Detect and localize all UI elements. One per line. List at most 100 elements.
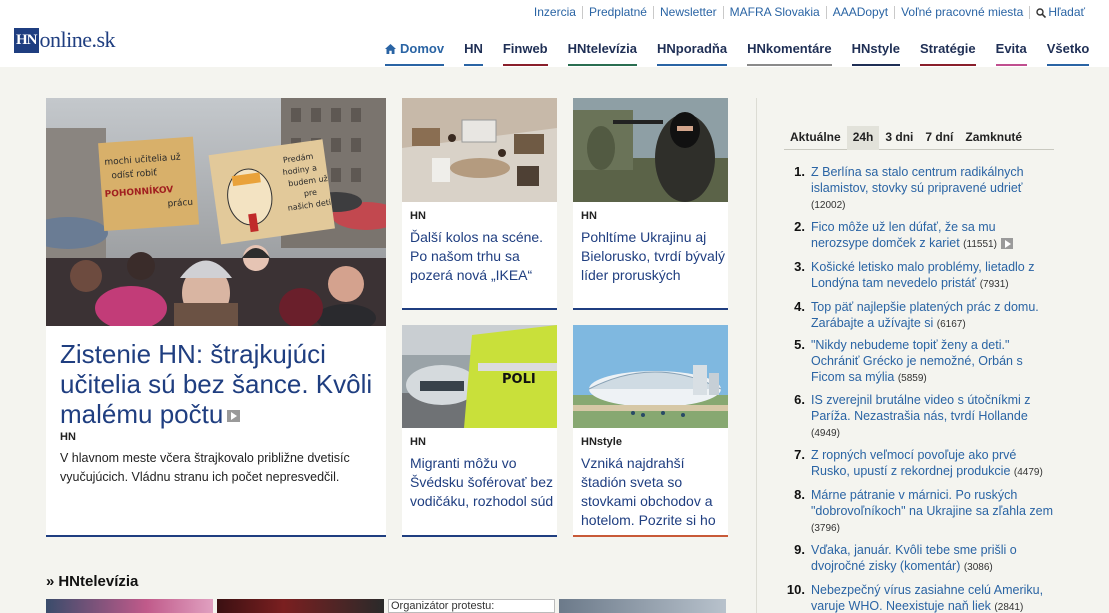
article-tag-3[interactable]: HN bbox=[410, 436, 426, 448]
topbar-link-jobs[interactable]: Voľné pracovné miesta bbox=[894, 6, 1029, 19]
read-count: (7931) bbox=[979, 279, 1009, 290]
video-thumb-3[interactable]: Organizátor protestu: bbox=[388, 599, 555, 613]
list-item: 7. Z ropných veľmocí povoľuje ako prvé R… bbox=[786, 447, 1056, 487]
read-count: (3086) bbox=[963, 562, 993, 573]
rank-number: 3. bbox=[794, 259, 805, 274]
nav-item-finweb[interactable]: Finweb bbox=[502, 41, 548, 66]
read-count: (11551) bbox=[963, 239, 997, 250]
list-item-link[interactable]: Z ropných veľmocí povoľuje ako prvé Rusk… bbox=[811, 448, 1016, 478]
search-link[interactable]: Hľadať bbox=[1029, 6, 1091, 19]
tab-24h[interactable]: 24h bbox=[846, 126, 880, 150]
topbar-link-newsletter[interactable]: Newsletter bbox=[652, 6, 723, 19]
read-count: (12002) bbox=[811, 200, 846, 211]
list-item: 2. Fico môže už len dúfať, že sa mu nero… bbox=[786, 219, 1056, 259]
article-title-2[interactable]: Pohltíme Ukrajinu aj Bielorusko, tvrdí b… bbox=[581, 228, 726, 285]
list-item: 10. Nebezpečný vírus zasiahne celú Ameri… bbox=[786, 582, 1056, 613]
sign-line-4: prácu bbox=[167, 198, 193, 210]
lead-perex: V hlavnom meste včera štrajkovalo pribli… bbox=[60, 451, 350, 484]
video-thumb-4[interactable] bbox=[559, 599, 726, 613]
site-logo[interactable]: HN online.sk bbox=[14, 27, 116, 53]
article-card-2[interactable]: HN Pohltíme Ukrajinu aj Bielorusko, tvrd… bbox=[573, 98, 728, 310]
nav-item-evita[interactable]: Evita bbox=[995, 41, 1027, 66]
article-title-3[interactable]: Migranti môžu vo Švédsku šoférovať bez v… bbox=[410, 454, 555, 511]
article-tag-4[interactable]: HNstyle bbox=[581, 436, 622, 448]
read-count: (4949) bbox=[811, 428, 840, 439]
tab-zamknute[interactable]: Zamknuté bbox=[959, 126, 1028, 150]
tab-7-dni[interactable]: 7 dní bbox=[919, 126, 959, 150]
rank-number: 2. bbox=[794, 219, 805, 234]
site-header: Inzercia Predplatné Newsletter MAFRA Slo… bbox=[0, 0, 1109, 67]
rank-number: 1. bbox=[794, 164, 805, 179]
video-thumb-2[interactable] bbox=[217, 599, 384, 613]
video-icon bbox=[227, 410, 241, 423]
nav-item-hntelevizia[interactable]: HNtelevízia bbox=[567, 41, 637, 66]
video-thumb-1[interactable] bbox=[46, 599, 213, 613]
nav-item-hnkomentare[interactable]: HNkomentáre bbox=[747, 41, 832, 66]
section-title: HNtelevízia bbox=[58, 573, 139, 590]
list-item: 4. Top päť najlepšie platených prác z do… bbox=[786, 299, 1056, 339]
nav-item-hn[interactable]: HN bbox=[464, 41, 483, 66]
lead-tag[interactable]: HN bbox=[60, 431, 76, 443]
read-count: (5859) bbox=[897, 373, 927, 384]
rank-number: 7. bbox=[794, 447, 805, 462]
lead-title-text: Zistenie HN: štrajkujúci učitelia sú bez… bbox=[60, 339, 373, 429]
nav-item-vsetko[interactable]: Všetko bbox=[1046, 41, 1090, 66]
list-item-link[interactable]: Z Berlína sa stalo centrum radikálnych i… bbox=[811, 165, 1024, 195]
most-read-tabs: Aktuálne 24h 3 dni 7 dní Zamknuté bbox=[784, 126, 1054, 150]
read-count: (4479) bbox=[1013, 467, 1043, 478]
sign2-line-4: pre bbox=[303, 188, 317, 199]
home-icon bbox=[385, 43, 396, 54]
list-item: 3. Košické letisko malo problémy, lietad… bbox=[786, 259, 1056, 299]
article-tag-2[interactable]: HN bbox=[581, 210, 597, 222]
nav-item-hnstyle[interactable]: HNstyle bbox=[851, 41, 901, 66]
read-count: (2841) bbox=[994, 602, 1024, 613]
article-tag-1[interactable]: HN bbox=[410, 210, 426, 222]
section-heading-hntelevizia[interactable]: » HNtelevízia bbox=[46, 573, 138, 590]
tab-3-dni[interactable]: 3 dni bbox=[879, 126, 919, 150]
rank-number: 5. bbox=[794, 337, 805, 352]
nav-item-hnporadna[interactable]: HNporadňa bbox=[657, 41, 728, 66]
list-item-link[interactable]: IS zverejnil brutálne video s útočníkmi … bbox=[811, 393, 1031, 423]
read-count: (3796) bbox=[811, 523, 840, 534]
police-label: POLI bbox=[502, 372, 536, 387]
nav-item-domov[interactable]: Domov bbox=[385, 41, 445, 66]
rank-number: 10. bbox=[786, 582, 805, 597]
read-count: (6167) bbox=[936, 319, 966, 330]
section-chevron-icon: » bbox=[46, 573, 55, 590]
main-nav: Domov HN Finweb HNtelevízia HNporadňa HN… bbox=[385, 41, 1090, 66]
list-item-link[interactable]: Márne pátranie v márnici. Po ruských "do… bbox=[811, 488, 1053, 518]
tab-aktualne[interactable]: Aktuálne bbox=[784, 126, 847, 150]
article-card-1[interactable]: HN Ďalší kolos na scéne. Po našom trhu s… bbox=[402, 98, 557, 310]
article-photo-4[interactable] bbox=[573, 325, 728, 428]
search-label: Hľadať bbox=[1048, 5, 1085, 19]
article-photo-2[interactable] bbox=[573, 98, 728, 202]
topbar-link-aaadopyt[interactable]: AAADopyt bbox=[825, 6, 894, 19]
article-photo-3[interactable]: POLI bbox=[402, 325, 557, 428]
article-card-4[interactable]: HNstyle Vzniká najdrahší štadión sveta s… bbox=[573, 325, 728, 537]
rank-number: 9. bbox=[794, 542, 805, 557]
utility-links: Inzercia Predplatné Newsletter MAFRA Slo… bbox=[528, 6, 1091, 19]
video-icon bbox=[1000, 238, 1013, 250]
logo-mark: HN bbox=[14, 27, 39, 53]
topbar-link-inzercia[interactable]: Inzercia bbox=[528, 6, 582, 19]
topbar-link-mafra[interactable]: MAFRA Slovakia bbox=[722, 6, 826, 19]
rank-number: 6. bbox=[794, 392, 805, 407]
topbar-link-predplatne[interactable]: Predplatné bbox=[581, 6, 653, 19]
most-read-list: 1. Z Berlína sa stalo centrum radikálnyc… bbox=[786, 164, 1056, 613]
lead-title[interactable]: Zistenie HN: štrajkujúci učitelia sú bez… bbox=[60, 339, 380, 429]
logo-text: online.sk bbox=[39, 27, 116, 52]
article-title-4[interactable]: Vzniká najdrahší štadión sveta so stovka… bbox=[581, 454, 726, 530]
list-item: 9. Vďaka, január. Kvôli tebe sme prišli … bbox=[786, 542, 1056, 582]
nav-label: Domov bbox=[400, 41, 445, 56]
rank-number: 4. bbox=[794, 299, 805, 314]
lead-article[interactable]: mochi učitelia už odísť robiť POHONNÍKOV… bbox=[46, 98, 386, 537]
nav-item-strategie[interactable]: Stratégie bbox=[920, 41, 976, 66]
article-card-3[interactable]: POLI HN Migranti môžu vo Švédsku šoférov… bbox=[402, 325, 557, 537]
lead-photo[interactable]: mochi učitelia už odísť robiť POHONNÍKOV… bbox=[46, 98, 386, 326]
list-item-link[interactable]: Top päť najlepšie platených prác z domu.… bbox=[811, 300, 1039, 330]
article-title-1[interactable]: Ďalší kolos na scéne. Po našom trhu sa p… bbox=[410, 228, 555, 285]
rank-number: 8. bbox=[794, 487, 805, 502]
search-icon bbox=[1036, 7, 1047, 18]
article-photo-1[interactable] bbox=[402, 98, 557, 202]
video-thumbs-row: Organizátor protestu: bbox=[46, 599, 726, 613]
